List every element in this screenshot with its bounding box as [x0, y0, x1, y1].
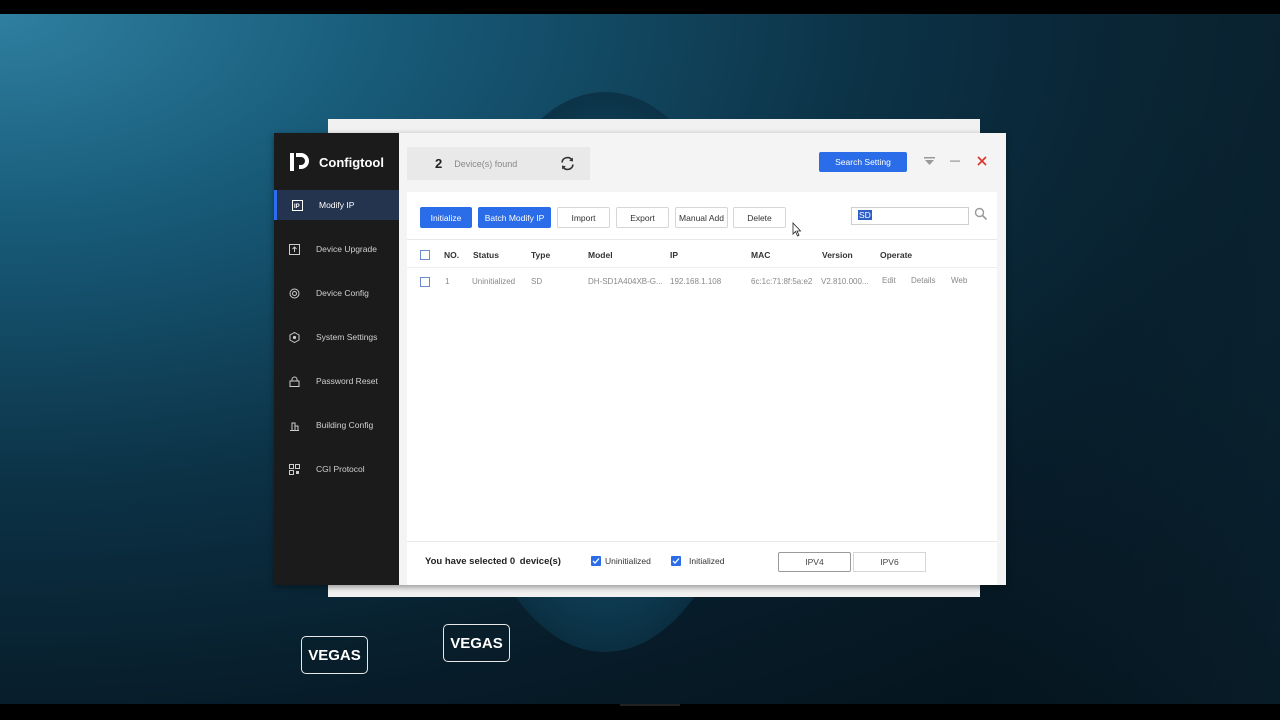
mouse-cursor-icon — [792, 221, 802, 237]
selection-suffix: device(s) — [519, 556, 561, 567]
column-header-ip: IP — [670, 250, 679, 260]
device-found-panel: 2 Device(s) found — [407, 147, 590, 180]
sidebar-item-cgi-protocol[interactable]: CGI Protocol — [274, 454, 399, 484]
cell-version: V2.810.000... — [821, 277, 869, 286]
tab-ipv6[interactable]: IPV6 — [853, 552, 926, 572]
search-input[interactable]: SD — [851, 207, 969, 225]
table-top-divider — [407, 239, 997, 240]
manual-add-button[interactable]: Manual Add — [675, 207, 728, 228]
sidebar-item-label: Device Config — [316, 288, 369, 298]
cell-model: DH-SD1A404XB-G... — [588, 277, 663, 286]
config-icon — [288, 287, 300, 299]
search-icon[interactable] — [974, 207, 988, 221]
sidebar-item-building-config[interactable]: Building Config — [274, 410, 399, 440]
search-setting-button[interactable]: Search Setting — [819, 152, 907, 172]
filter-uninitialized-label: Uninitialized — [605, 556, 651, 566]
qr-icon — [288, 463, 300, 475]
cell-no: 1 — [445, 277, 450, 286]
sidebar-item-label: CGI Protocol — [316, 464, 365, 474]
delete-button[interactable]: Delete — [733, 207, 786, 228]
dropdown-icon[interactable] — [923, 155, 935, 167]
sidebar: Configtool IP Modify IP Device Upgrade D… — [274, 133, 399, 585]
sidebar-item-label: System Settings — [316, 332, 378, 342]
column-header-status: Status — [473, 250, 499, 260]
app-logo: Configtool — [289, 151, 384, 173]
main-panel: 2 Device(s) found Search Setting Initial… — [399, 133, 1006, 585]
web-link[interactable]: Web — [951, 276, 967, 285]
device-found-label: Device(s) found — [454, 158, 518, 169]
edit-link[interactable]: Edit — [882, 276, 896, 285]
filter-initialized[interactable]: Initialized — [671, 556, 724, 566]
sidebar-item-password-reset[interactable]: Password Reset — [274, 366, 399, 396]
app-name: Configtool — [319, 154, 384, 170]
details-link[interactable]: Details — [911, 276, 935, 285]
svg-text:IP: IP — [294, 204, 300, 210]
sidebar-item-modify-ip[interactable]: IP Modify IP — [274, 190, 399, 220]
device-list-panel: Initialize Batch Modify IP Import Export… — [407, 192, 997, 584]
column-header-type: Type — [531, 250, 551, 260]
column-header-model: Model — [588, 250, 613, 260]
table-header-divider — [407, 267, 997, 268]
minimize-icon[interactable] — [949, 155, 961, 167]
cell-mac: 6c:1c:71:8f:5a:e2 — [751, 277, 813, 286]
export-button[interactable]: Export — [616, 207, 669, 228]
ip-icon: IP — [291, 199, 303, 211]
selection-count: 0 — [509, 556, 516, 567]
desktop-glow — [980, 14, 1280, 704]
check-icon — [671, 556, 681, 566]
sidebar-item-device-config[interactable]: Device Config — [274, 278, 399, 308]
column-header-no: NO. — [444, 250, 460, 260]
upgrade-icon — [288, 243, 300, 255]
selection-prefix: You have selected — [425, 556, 508, 567]
sidebar-item-system-settings[interactable]: System Settings — [274, 322, 399, 352]
device-count: 2 — [435, 156, 443, 171]
row-checkbox[interactable] — [420, 277, 430, 287]
configtool-window: Configtool IP Modify IP Device Upgrade D… — [274, 133, 1006, 585]
check-icon — [591, 556, 601, 566]
sidebar-item-device-upgrade[interactable]: Device Upgrade — [274, 234, 399, 264]
cell-ip: 192.168.1.108 — [670, 277, 722, 286]
close-icon[interactable] — [976, 155, 988, 167]
selection-summary: You have selected 0 device(s) — [425, 556, 561, 567]
column-header-operate: Operate — [880, 250, 913, 260]
filter-initialized-label: Initialized — [689, 556, 725, 566]
search-input-value: SD — [858, 210, 872, 220]
sidebar-item-label: Modify IP — [319, 200, 355, 210]
filter-uninitialized[interactable]: Uninitialized — [591, 556, 651, 566]
column-header-version: Version — [822, 250, 853, 260]
vegas-badge: VEGAS — [301, 636, 368, 674]
column-header-mac: MAC — [751, 250, 771, 260]
bottom-letterbox — [0, 704, 1280, 720]
refresh-icon[interactable] — [559, 155, 576, 172]
batch-modify-ip-button[interactable]: Batch Modify IP — [478, 207, 551, 228]
tab-ipv4[interactable]: IPV4 — [778, 552, 851, 572]
vegas-badge: VEGAS — [443, 624, 510, 662]
initialize-button[interactable]: Initialize — [420, 207, 472, 228]
sidebar-item-label: Device Upgrade — [316, 244, 377, 254]
building-icon — [288, 419, 300, 431]
select-all-checkbox[interactable] — [420, 250, 430, 260]
status-footer: You have selected 0 device(s) Uninitiali… — [407, 541, 997, 585]
lock-icon — [288, 375, 300, 387]
sidebar-item-label: Password Reset — [316, 376, 378, 386]
sidebar-item-label: Building Config — [316, 420, 374, 430]
settings-icon — [288, 331, 300, 343]
import-button[interactable]: Import — [557, 207, 610, 228]
cell-type: SD — [531, 277, 543, 286]
cell-status: Uninitialized — [472, 277, 516, 286]
logo-icon — [289, 151, 311, 173]
